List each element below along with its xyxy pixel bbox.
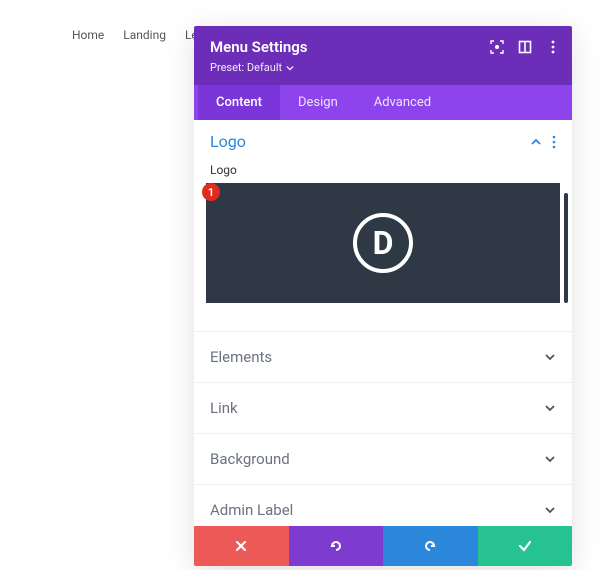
undo-button[interactable] (289, 526, 384, 566)
header-actions (490, 40, 560, 54)
field-label-logo: Logo (194, 161, 572, 183)
preset-selector[interactable]: Preset: Default (210, 61, 294, 74)
accordion-row-elements[interactable]: Elements (194, 331, 572, 382)
tab-design[interactable]: Design (280, 85, 356, 120)
redo-icon (422, 538, 438, 554)
redo-button[interactable] (383, 526, 478, 566)
close-icon (234, 539, 248, 553)
save-button[interactable] (478, 526, 573, 566)
kebab-menu-icon[interactable] (546, 40, 560, 54)
check-icon (517, 538, 533, 554)
bg-nav-item[interactable]: Landing (123, 28, 166, 42)
expand-icon[interactable] (518, 40, 532, 54)
chevron-down-icon (286, 64, 294, 72)
kebab-menu-icon[interactable] (552, 135, 556, 149)
section-title: Logo (210, 132, 246, 151)
section-header-logo[interactable]: Logo (194, 120, 572, 161)
preset-label: Preset: Default (210, 61, 282, 74)
accordion-label: Link (210, 399, 238, 417)
tab-bar: Content Design Advanced (194, 85, 572, 120)
footer-actions (194, 526, 572, 566)
chevron-down-icon (544, 453, 556, 465)
chevron-down-icon (544, 504, 556, 516)
accordion-label: Elements (210, 348, 272, 366)
focus-icon[interactable] (490, 40, 504, 54)
undo-icon (328, 538, 344, 554)
chevron-down-icon (544, 402, 556, 414)
accordion-row-admin-label[interactable]: Admin Label (194, 484, 572, 526)
settings-panel: Menu Settings Preset: Default Content De… (194, 26, 572, 566)
bg-nav-item[interactable]: Home (72, 28, 104, 42)
accordion-label: Admin Label (210, 501, 293, 519)
step-badge: 1 (202, 183, 220, 201)
logo-preview: D (206, 183, 560, 303)
divi-logo-icon: D (353, 213, 413, 273)
accordion-label: Background (210, 450, 290, 468)
chevron-down-icon (544, 351, 556, 363)
accordion-row-link[interactable]: Link (194, 382, 572, 433)
scrollbar[interactable] (564, 193, 568, 303)
chevron-up-icon[interactable] (530, 136, 542, 148)
tab-advanced[interactable]: Advanced (356, 85, 449, 120)
logo-upload-area[interactable]: 1 D (206, 183, 560, 303)
panel-body: Logo Logo 1 D Elements Link Background (194, 120, 572, 526)
cancel-button[interactable] (194, 526, 289, 566)
tab-content[interactable]: Content (198, 85, 280, 120)
accordion-row-background[interactable]: Background (194, 433, 572, 484)
panel-header: Menu Settings Preset: Default (194, 26, 572, 85)
